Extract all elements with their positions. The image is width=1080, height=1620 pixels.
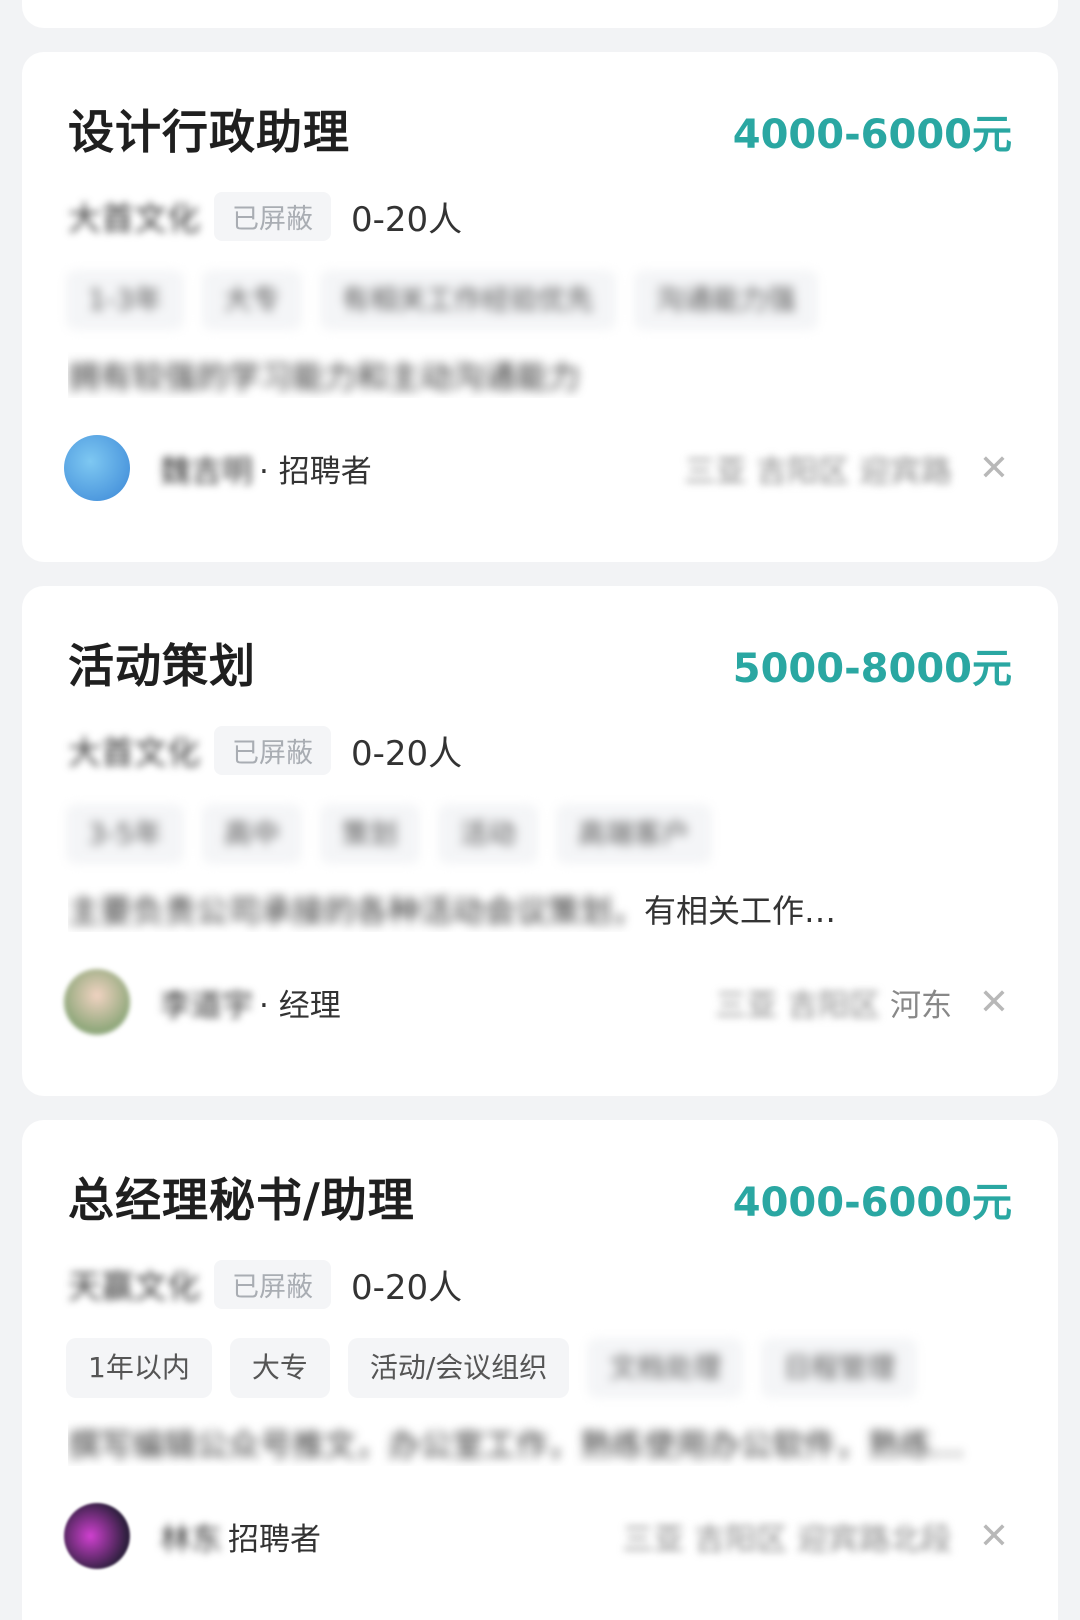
company-size: 0-20人 [351,199,463,240]
company-row: 大首文化 已屏蔽 0-20人 [68,725,463,775]
job-location: 三亚 吉阳区 迎宾路北段 [622,1514,952,1559]
company-name: 天赢文化 [68,1267,200,1306]
job-tags: 1-3年 大专 有相关工作经验优先 沟通能力强 [66,270,818,330]
job-location-blurred: 三亚 吉阳区 迎宾路 [684,453,952,490]
company-size: 0-20人 [351,1267,463,1308]
blocked-badge: 已屏蔽 [214,1259,331,1309]
job-location-blurred: 三亚 吉阳区 迎宾路北段 [622,1521,952,1558]
recruiter-title: · 经理 [259,987,341,1024]
job-tag: 高中 [201,804,302,864]
job-description: 主要负责公司承接的各种活动会议策划，有相关工作… [68,886,998,932]
job-tags: 3-5年 高中 策划 活动 高端客户 [66,804,712,864]
job-salary: 5000-8000元 [732,646,1012,692]
recruiter-name: 李道宇 [160,987,253,1024]
job-location: 三亚 吉阳区 迎宾路 [684,446,952,491]
job-tag: 3-5年 [66,804,184,864]
company-name: 大首文化 [68,733,200,772]
job-location-text: 河东 [890,987,952,1024]
job-location-blurred: 三亚 吉阳区 [715,987,881,1024]
recruiter-name: 魏吉明 [160,453,253,490]
company-size: 0-20人 [351,733,463,774]
blocked-badge: 已屏蔽 [214,725,331,775]
recruiter-title: · 招聘者 [259,453,372,490]
job-title: 总经理秘书/助理 [68,1173,415,1227]
job-tag: 日程管理 [761,1338,918,1398]
recruiter-name: 林东 [160,1521,222,1558]
recruiter-avatar[interactable] [64,1503,130,1569]
job-description-text: 撰写编辑公众号推文，办公室工作，熟练使用办公软件，熟练… [68,1426,965,1464]
job-card[interactable]: 活动策划 5000-8000元 大首文化 已屏蔽 0-20人 3-5年 高中 策… [22,586,1058,1096]
recruiter-row: 林东 招聘者 三亚 吉阳区 迎宾路北段 ✕ [64,1502,1012,1570]
job-tag: 大专 [229,1338,330,1398]
job-description-text: 有相关工作… [644,892,837,930]
job-tag: 沟通能力强 [633,270,818,330]
job-tag: 有相关工作经验优先 [319,270,616,330]
recruiter-row: 李道宇 · 经理 三亚 吉阳区 河东 ✕ [64,968,1012,1036]
job-card[interactable]: 总经理秘书/助理 4000-6000元 天赢文化 已屏蔽 0-20人 1年以内 … [22,1120,1058,1620]
close-icon[interactable]: ✕ [976,1516,1012,1557]
blocked-badge: 已屏蔽 [214,191,331,241]
job-description-blurred: 主要负责公司承接的各种活动会议策划， [68,892,645,930]
recruiter-title: 招聘者 [228,1521,321,1558]
job-tag: 活动/会议组织 [347,1338,570,1398]
recruiter-row: 魏吉明 · 招聘者 三亚 吉阳区 迎宾路 ✕ [64,434,1012,502]
close-icon[interactable]: ✕ [976,448,1012,489]
job-tag: 1年以内 [66,1338,212,1398]
job-tag: 策划 [319,804,420,864]
job-tag: 1-3年 [66,270,184,330]
recruiter-avatar[interactable] [64,969,130,1035]
job-salary: 4000-6000元 [732,112,1012,158]
job-tag: 活动 [437,804,538,864]
job-list: 设计行政助理 4000-6000元 大首文化 已屏蔽 0-20人 1-3年 大专… [0,0,1080,1620]
company-row: 天赢文化 已屏蔽 0-20人 [68,1259,463,1309]
job-tag: 文档处理 [587,1338,744,1398]
job-salary: 4000-6000元 [732,1180,1012,1226]
close-icon[interactable]: ✕ [976,982,1012,1023]
recruiter-avatar[interactable] [64,435,130,501]
job-tag: 高端客户 [555,804,712,864]
previous-job-card[interactable] [22,0,1058,28]
job-description-text: 拥有较强的学习能力和主动沟通能力 [68,358,581,396]
job-location: 三亚 吉阳区 河东 [715,980,952,1025]
company-row: 大首文化 已屏蔽 0-20人 [68,191,463,241]
job-card[interactable]: 设计行政助理 4000-6000元 大首文化 已屏蔽 0-20人 1-3年 大专… [22,52,1058,562]
job-description: 撰写编辑公众号推文，办公室工作，熟练使用办公软件，熟练… [68,1420,998,1466]
job-tag: 大专 [201,270,302,330]
job-tags: 1年以内 大专 活动/会议组织 文档处理 日程管理 [66,1338,918,1398]
job-title: 设计行政助理 [68,105,350,159]
company-name: 大首文化 [68,199,200,238]
job-title: 活动策划 [68,639,256,693]
job-description: 拥有较强的学习能力和主动沟通能力 [68,352,998,398]
